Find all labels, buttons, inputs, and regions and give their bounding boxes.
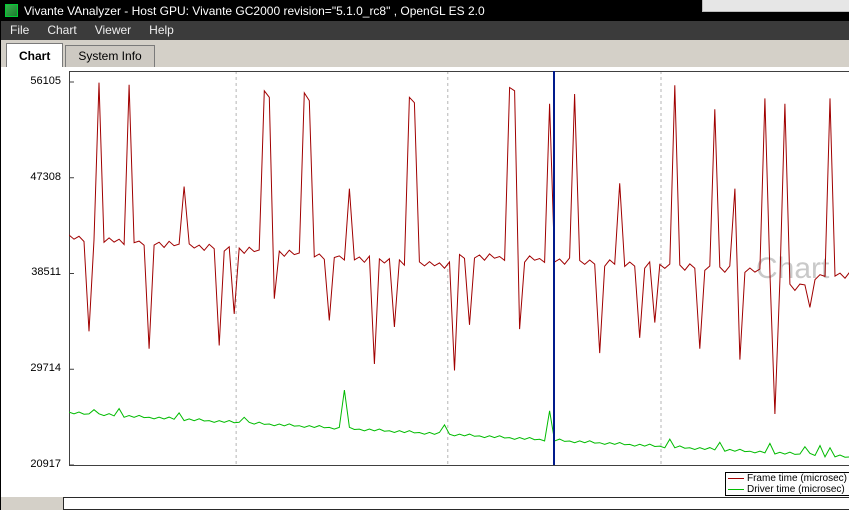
legend: Frame time (microsec) Driver time (micros… <box>724 472 849 496</box>
window-controls-area <box>702 0 849 12</box>
menu-chart[interactable]: Chart <box>38 21 85 40</box>
menu-bar: File Chart Viewer Help <box>1 21 849 40</box>
next-panel-edge <box>63 497 849 510</box>
chart-plot-area[interactable] <box>69 67 849 497</box>
y-tick-label: 47308 <box>30 171 61 183</box>
tab-system-info[interactable]: System Info <box>65 45 155 67</box>
bottom-strip <box>1 497 849 510</box>
tab-bar: Chart System Info <box>1 40 849 67</box>
legend-entry: Driver time (microsec) <box>727 484 847 495</box>
app-window: Vivante VAnalyzer - Host GPU: Vivante GC… <box>0 0 849 510</box>
tab-chart[interactable]: Chart <box>6 43 64 67</box>
legend-line-sample <box>727 478 744 479</box>
y-tick-label: 20917 <box>30 458 61 470</box>
app-icon[interactable] <box>5 4 18 17</box>
chart-panel: 56105 47308 38511 29714 20917 Chart Fram… <box>1 67 849 497</box>
menu-file[interactable]: File <box>1 21 38 40</box>
series-line-frame <box>69 82 849 415</box>
legend-line-sample <box>727 489 744 490</box>
series-line-driver <box>69 390 849 459</box>
window-title: Vivante VAnalyzer - Host GPU: Vivante GC… <box>24 3 485 18</box>
menu-help[interactable]: Help <box>140 21 183 40</box>
legend-label: Driver time (microsec) <box>746 484 845 495</box>
menu-viewer[interactable]: Viewer <box>86 21 140 40</box>
y-tick-label: 38511 <box>31 266 61 278</box>
y-tick-label: 29714 <box>30 362 61 374</box>
legend-label: Frame time (microsec) <box>746 473 847 484</box>
legend-entry: Frame time (microsec) <box>727 473 847 484</box>
y-tick-label: 56105 <box>30 75 61 87</box>
title-bar: Vivante VAnalyzer - Host GPU: Vivante GC… <box>1 0 849 21</box>
